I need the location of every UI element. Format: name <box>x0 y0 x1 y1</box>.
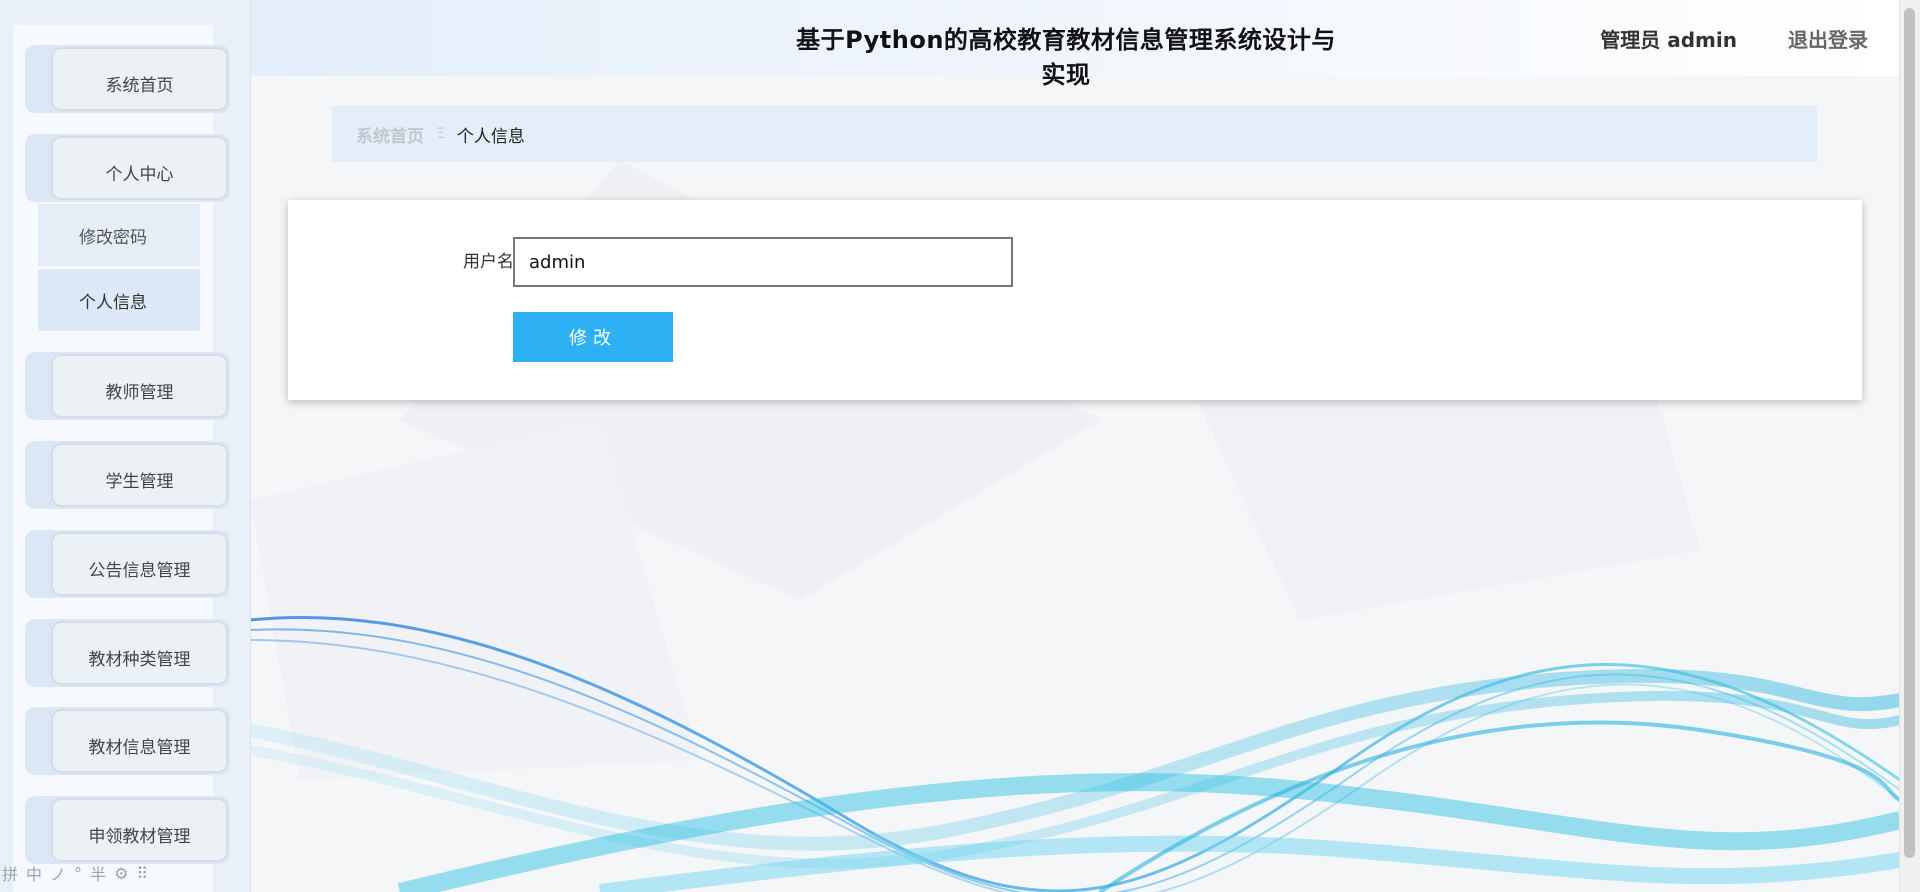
sidebar-item-student-management[interactable]: 学生管理 <box>25 441 230 509</box>
ime-settings-icon[interactable]: ⚙ <box>114 864 128 883</box>
modify-button[interactable]: 修改 <box>513 312 673 362</box>
sidebar-item-label: 系统首页 <box>105 75 174 96</box>
breadcrumb-separator-icon: Ξ <box>436 126 445 142</box>
page-title: 基于Python的高校教育教材信息管理系统设计与实现 <box>796 26 1336 89</box>
ime-halfwidth-icon[interactable]: 半 <box>90 861 106 885</box>
personal-info-form: 用户名 修改 <box>288 200 1862 400</box>
ime-grip-icon[interactable]: ⠿ <box>136 864 148 883</box>
ime-punctuation-icon[interactable]: ノ <box>50 861 66 885</box>
ime-chinese-mode-icon[interactable]: 中 <box>26 861 42 885</box>
breadcrumb: 系统首页 Ξ 个人信息 <box>332 106 1817 162</box>
ime-degree-icon[interactable]: ° <box>74 864 82 883</box>
sidebar-item-textbook-category-management[interactable]: 教材种类管理 <box>25 619 230 687</box>
username-label: 用户名 <box>463 252 514 272</box>
sidebar-item-label: 学生管理 <box>105 471 174 492</box>
username-input[interactable] <box>513 237 1013 287</box>
sidebar-item-label: 个人中心 <box>105 164 174 185</box>
sidebar-item-home[interactable]: 系统首页 <box>25 45 230 113</box>
sidebar-item-label: 教师管理 <box>105 382 174 403</box>
sidebar-item-personal-center[interactable]: 个人中心 <box>25 134 230 202</box>
sidebar-item-label: 教材种类管理 <box>88 649 191 670</box>
logout-link[interactable]: 退出登录 <box>1788 24 1868 53</box>
submenu-item-personal-info[interactable]: 个人信息 <box>38 269 200 331</box>
sidebar-item-announcement-management[interactable]: 公告信息管理 <box>25 530 230 598</box>
top-header: 基于Python的高校教育教材信息管理系统设计与实现 管理员 admin 退出登… <box>250 0 1900 89</box>
sidebar-item-teacher-management[interactable]: 教师管理 <box>25 352 230 420</box>
vertical-scrollbar[interactable] <box>1899 0 1920 892</box>
ime-pinyin-icon[interactable]: 拼 <box>2 861 18 885</box>
sidebar-item-label: 教材信息管理 <box>88 737 191 758</box>
ime-toolbar[interactable]: 拼 中 ノ ° 半 ⚙ ⠿ <box>2 861 148 885</box>
sidebar: 系统首页 个人中心 修改密码 个人信息 教师管理 学生管理 公告信息管理 教材种… <box>0 0 251 892</box>
sidebar-item-label: 公告信息管理 <box>88 560 191 581</box>
sidebar-item-textbook-info-management[interactable]: 教材信息管理 <box>25 707 230 775</box>
sidebar-item-textbook-claim-management[interactable]: 申领教材管理 <box>25 796 230 864</box>
personal-center-submenu: 修改密码 个人信息 <box>38 204 200 331</box>
scrollbar-thumb[interactable] <box>1904 8 1915 858</box>
submenu-item-change-password[interactable]: 修改密码 <box>38 204 200 266</box>
breadcrumb-current: 个人信息 <box>456 126 525 147</box>
current-user-label: 管理员 admin <box>1600 28 1737 52</box>
breadcrumb-home-link[interactable]: 系统首页 <box>356 122 424 147</box>
sidebar-item-label: 申领教材管理 <box>88 826 191 847</box>
